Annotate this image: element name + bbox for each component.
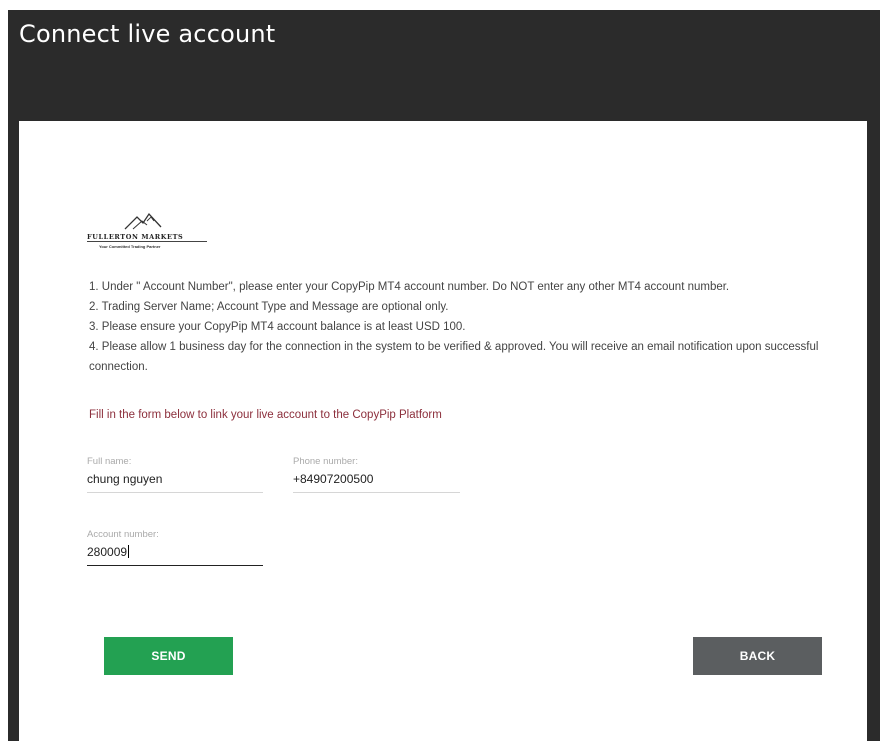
logo-tagline: Your Committed Trading Partner — [99, 244, 161, 249]
instruction-item: 2. Trading Server Name; Account Type and… — [89, 301, 449, 313]
phone-number-input[interactable]: +84907200500 — [293, 470, 460, 492]
account-number-field[interactable]: Account number: 280009 — [87, 529, 263, 566]
dialog-title: Connect live account — [19, 20, 276, 48]
form-notice: Fill in the form below to link your live… — [89, 409, 442, 421]
account-number-label: Account number: — [87, 529, 159, 540]
logo-brand-text: FULLERTON MARKETS — [87, 233, 184, 241]
instruction-item: 4. Please allow 1 business day for the c… — [89, 341, 819, 373]
full-name-input[interactable]: chung nguyen — [87, 470, 263, 492]
instruction-item: 1. Under " Account Number", please enter… — [89, 281, 730, 293]
full-name-label: Full name: — [87, 456, 132, 467]
instructions-list: 1. Under " Account Number", please enter… — [89, 277, 829, 377]
account-number-input[interactable]: 280009 — [87, 543, 263, 565]
dialog-frame: Connect live account FULLERTON MARKETS Y… — [8, 10, 880, 741]
full-name-underline — [87, 492, 263, 493]
phone-number-label: Phone number: — [293, 456, 358, 467]
text-caret — [128, 545, 130, 558]
fullerton-markets-logo: FULLERTON MARKETS Your Committed Trading… — [87, 209, 207, 253]
full-name-field[interactable]: Full name: chung nguyen — [87, 456, 263, 493]
form-panel: FULLERTON MARKETS Your Committed Trading… — [19, 121, 867, 741]
phone-number-field[interactable]: Phone number: +84907200500 — [293, 456, 460, 493]
phone-number-underline — [293, 492, 460, 493]
send-button[interactable]: SEND — [104, 637, 233, 675]
logo-rule — [87, 241, 207, 242]
account-number-value: 280009 — [87, 545, 128, 559]
instruction-item: 3. Please ensure your CopyPip MT4 accoun… — [89, 321, 466, 333]
mountain-logo-icon — [124, 212, 162, 230]
back-button[interactable]: BACK — [693, 637, 822, 675]
account-number-underline — [87, 565, 263, 566]
